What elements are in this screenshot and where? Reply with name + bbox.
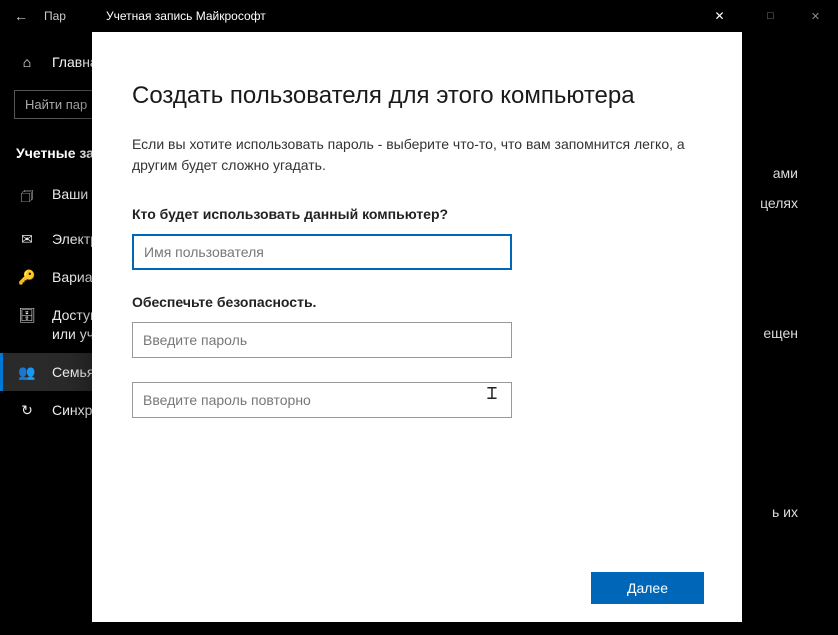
next-button[interactable]: Далее [591,572,704,604]
username-input[interactable] [132,234,512,270]
password-confirm-input[interactable] [132,382,512,418]
close-icon: ✕ [714,9,724,23]
back-arrow-icon[interactable]: ← [14,8,28,24]
home-icon: ⌂ [18,54,36,70]
family-icon: 👥 [18,364,36,381]
key-icon: 🔑 [18,269,36,286]
dialog-body: Создать пользователя для этого компьютер… [92,32,742,554]
password-input[interactable] [132,322,512,358]
maximize-button[interactable]: □ [748,0,793,32]
dialog-heading: Создать пользователя для этого компьютер… [132,82,702,110]
sync-icon: ↻ [18,402,36,419]
dialog-title: Учетная запись Майкрософт [106,9,697,23]
mail-icon: ✉ [18,231,36,248]
create-user-dialog: Учетная запись Майкрософт ✕ Создать поль… [92,0,742,622]
username-label: Кто будет использовать данный компьютер? [132,206,702,222]
user-card-icon: 🗇 [18,186,36,210]
sidebar-item-label: Семья [52,363,94,381]
home-label: Главна [52,54,98,70]
dialog-close-button[interactable]: ✕ [697,0,742,32]
sidebar-item-label: Доступ или уч [52,306,98,342]
work-icon: 🗄 [18,307,36,324]
dialog-footer: Далее [92,554,742,622]
dialog-titlebar: Учетная запись Майкрософт ✕ [92,0,742,32]
close-button[interactable]: ✕ [793,0,838,32]
dialog-description: Если вы хотите использовать пароль - выб… [132,134,692,176]
security-label: Обеспечьте безопасность. [132,294,702,310]
